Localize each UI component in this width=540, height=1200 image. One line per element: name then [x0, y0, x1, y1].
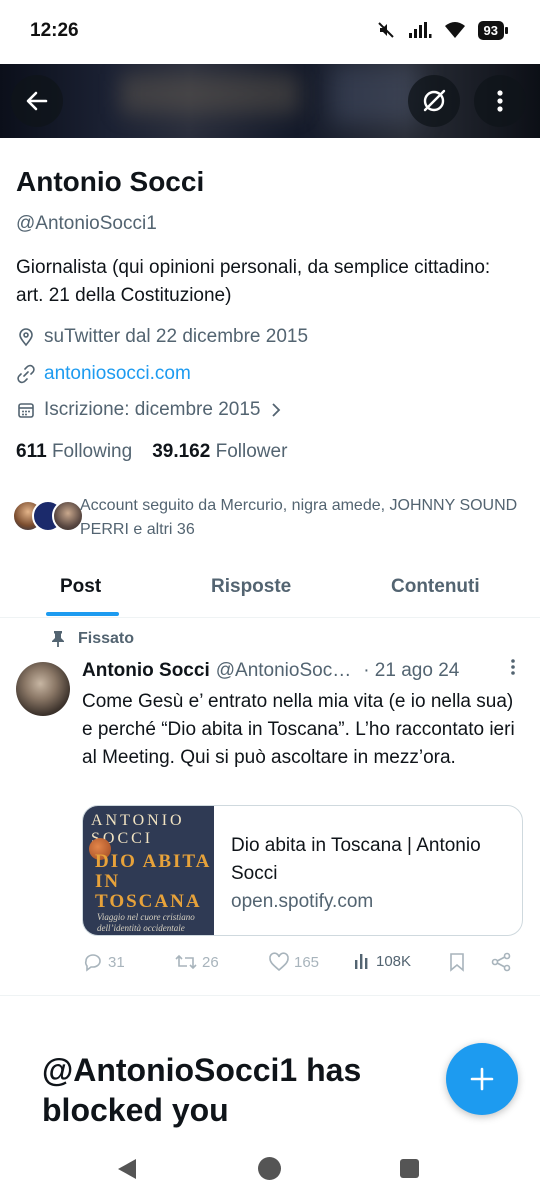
- tweet-more-icon[interactable]: [510, 658, 516, 676]
- tweet-actions: 31 26 165 108K: [82, 952, 522, 978]
- tweet-header: Antonio Socci @AntonioSoc… · 21 ago 24: [82, 658, 522, 682]
- followers-link[interactable]: 39.162 Follower: [152, 441, 287, 463]
- plus-icon: [470, 1067, 494, 1091]
- grok-icon: [423, 89, 446, 112]
- nav-recents-icon[interactable]: [400, 1159, 419, 1178]
- reply-button[interactable]: 31: [82, 952, 125, 972]
- tweet-date[interactable]: · 21 ago 24: [363, 660, 459, 682]
- blocked-message: @AntonioSocci1 has blocked you: [42, 1052, 362, 1128]
- mute-icon: [377, 22, 394, 38]
- profile-joined[interactable]: Iscrizione: dicembre 2015: [16, 399, 283, 421]
- signal-icon: [408, 22, 432, 38]
- bookmark-icon: [450, 953, 464, 972]
- like-button[interactable]: 165: [268, 952, 319, 972]
- tweet-text: Come Gesù e’ entrato nella mia vita (e i…: [82, 691, 515, 768]
- bookmark-button[interactable]: [448, 952, 466, 972]
- tweet-author-handle[interactable]: @AntonioSoc…: [216, 660, 351, 682]
- location-pin-icon: [19, 328, 33, 347]
- nav-back-icon[interactable]: [118, 1159, 136, 1179]
- status-icons: 93: [376, 20, 509, 40]
- compose-fab-button[interactable]: [446, 1043, 518, 1115]
- retweet-icon: [175, 954, 197, 970]
- follow-stats: 611 Following 39.162 Follower: [16, 441, 287, 463]
- profile-location: suTwitter dal 22 dicembre 2015: [16, 326, 308, 348]
- share-button[interactable]: [490, 952, 512, 972]
- tab-post[interactable]: Post: [60, 576, 101, 598]
- grok-button[interactable]: [408, 75, 460, 127]
- more-options-button[interactable]: [474, 75, 526, 127]
- active-tab-indicator: [46, 612, 119, 616]
- status-time: 12:26: [30, 20, 79, 41]
- profile-website[interactable]: antoniosocci.com: [16, 363, 191, 385]
- calendar-icon: [18, 403, 34, 418]
- more-vertical-icon: [497, 90, 503, 112]
- back-button[interactable]: [11, 75, 63, 127]
- location-text: suTwitter dal 22 dicembre 2015: [44, 326, 309, 347]
- tweet-author-avatar[interactable]: [16, 662, 70, 716]
- heart-icon: [269, 952, 289, 972]
- profile-tabs: Post Risposte Contenuti: [0, 560, 540, 618]
- pin-icon: [52, 631, 64, 647]
- followed-by[interactable]: Account seguito da Mercurio, nigra amede…: [12, 494, 532, 544]
- arrow-left-icon: [26, 91, 48, 111]
- nav-home-icon[interactable]: [258, 1157, 281, 1180]
- battery-icon: 93: [477, 20, 509, 40]
- status-bar: 12:26 93: [0, 0, 540, 64]
- joined-text: Iscrizione: dicembre 2015: [44, 399, 261, 420]
- wifi-icon: [444, 22, 465, 38]
- book-cover-image: ANTONIO SOCCI DIO ABITA IN TOSCANA Viagg…: [83, 806, 214, 935]
- card-domain: open.spotify.com: [231, 891, 374, 912]
- views-button[interactable]: 108K: [354, 952, 411, 970]
- share-icon: [491, 952, 511, 972]
- views-icon: [355, 954, 368, 969]
- website-link[interactable]: antoniosocci.com: [44, 363, 191, 385]
- card-info: Dio abita in Toscana | Antonio Socci ope…: [231, 832, 511, 916]
- retweet-button[interactable]: 26: [174, 952, 219, 972]
- link-icon: [17, 364, 35, 384]
- profile-name: Antonio Socci: [16, 166, 205, 197]
- tab-contenuti[interactable]: Contenuti: [391, 576, 480, 598]
- pinned-label: Fissato: [50, 630, 134, 648]
- tweet-author-name[interactable]: Antonio Socci: [82, 660, 210, 682]
- profile-handle: @AntonioSocci1: [16, 213, 157, 234]
- followed-by-text: Account seguito da Mercurio, nigra amede…: [80, 497, 518, 538]
- profile-bio: Giornalista (qui opinioni personali, da …: [16, 257, 491, 306]
- reply-icon: [84, 954, 101, 972]
- following-link[interactable]: 611 Following: [16, 441, 132, 463]
- card-title: Dio abita in Toscana | Antonio Socci: [231, 835, 481, 884]
- divider: [0, 995, 540, 996]
- link-card[interactable]: ANTONIO SOCCI DIO ABITA IN TOSCANA Viagg…: [82, 805, 523, 936]
- chevron-right-icon: [271, 403, 280, 417]
- tab-risposte[interactable]: Risposte: [211, 576, 291, 598]
